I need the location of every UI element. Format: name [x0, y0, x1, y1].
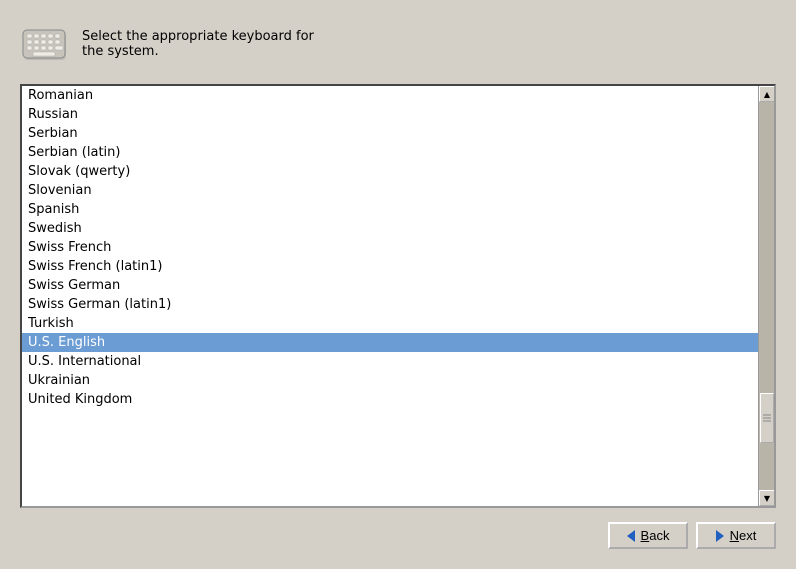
list-item[interactable]: Slovak (qwerty) [22, 162, 758, 181]
back-button[interactable]: Back [608, 522, 688, 549]
list-item[interactable]: U.S. English [22, 333, 758, 352]
list-item[interactable]: Spanish [22, 200, 758, 219]
footer: Back Next [20, 522, 776, 549]
list-item[interactable]: Romanian [22, 86, 758, 105]
list-item[interactable]: United Kingdom [22, 390, 758, 409]
back-arrow-icon [627, 530, 635, 542]
keyboard-icon [20, 20, 68, 68]
next-label: Next [730, 528, 757, 543]
keyboard-list-container: RomanianRussianSerbianSerbian (latin)Slo… [20, 84, 776, 508]
header: Select the appropriate keyboard for the … [20, 20, 776, 68]
list-item[interactable]: Swedish [22, 219, 758, 238]
scroll-up-button[interactable]: ▲ [759, 86, 775, 102]
scrollbar: ▲ ▼ [758, 86, 774, 506]
scrollbar-thumb[interactable] [760, 393, 774, 443]
header-text: Select the appropriate keyboard for the … [82, 29, 314, 59]
next-button[interactable]: Next [696, 522, 776, 549]
list-item[interactable]: Swiss German [22, 276, 758, 295]
list-item[interactable]: Ukrainian [22, 371, 758, 390]
scroll-down-button[interactable]: ▼ [759, 490, 775, 506]
list-item[interactable]: Serbian (latin) [22, 143, 758, 162]
back-label: Back [641, 528, 670, 543]
list-item[interactable]: Turkish [22, 314, 758, 333]
list-item[interactable]: Swiss French [22, 238, 758, 257]
list-item[interactable]: U.S. International [22, 352, 758, 371]
list-item[interactable]: Russian [22, 105, 758, 124]
list-item[interactable]: Swiss French (latin1) [22, 257, 758, 276]
keyboard-selection-window: Select the appropriate keyboard for the … [0, 0, 796, 569]
list-item[interactable]: Swiss German (latin1) [22, 295, 758, 314]
next-arrow-icon [716, 530, 724, 542]
list-item[interactable]: Slovenian [22, 181, 758, 200]
list-item[interactable]: Serbian [22, 124, 758, 143]
keyboard-list-scroll[interactable]: RomanianRussianSerbianSerbian (latin)Slo… [22, 86, 758, 506]
scrollbar-track[interactable] [759, 102, 774, 490]
